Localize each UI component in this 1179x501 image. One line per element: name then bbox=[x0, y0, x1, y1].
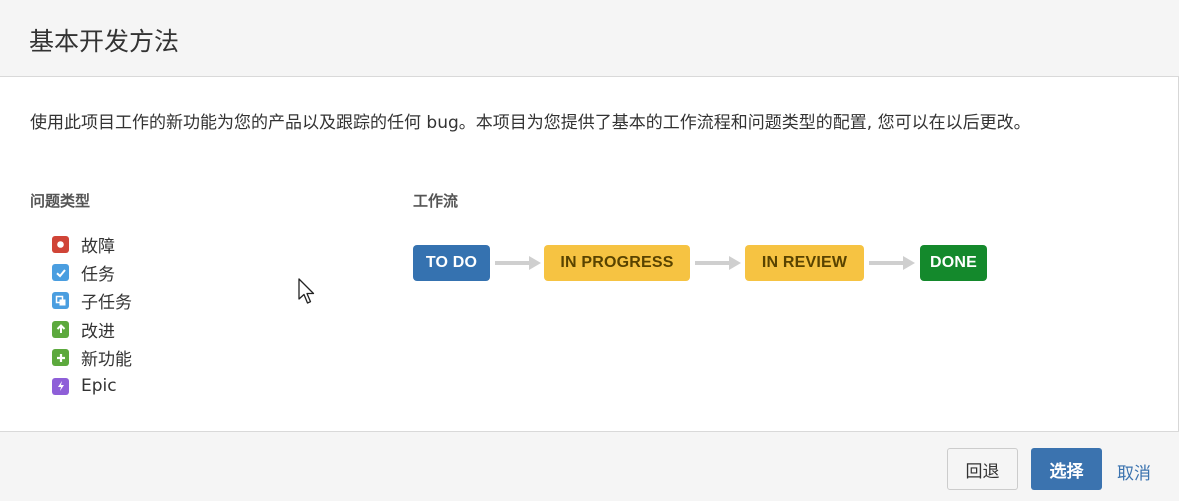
transition-arrow-icon bbox=[495, 256, 541, 270]
cancel-link[interactable]: 取消 bbox=[1117, 459, 1151, 484]
improvement-arrow-up-icon bbox=[52, 320, 69, 338]
dialog-title: 基本开发方法 bbox=[29, 27, 180, 56]
select-button[interactable]: 选择 bbox=[1031, 448, 1102, 490]
transition-arrow-icon bbox=[869, 256, 915, 270]
issue-type-label: 新功能 bbox=[81, 350, 132, 371]
issue-type-label: 任务 bbox=[81, 265, 115, 286]
dialog: 基本开发方法 使用此项目工作的新功能为您的产品以及跟踪的任何 bug。本项目为您… bbox=[0, 0, 1179, 501]
issue-types-heading: 问题类型 bbox=[30, 192, 91, 210]
bug-icon bbox=[52, 235, 69, 253]
status-todo: TO DO bbox=[413, 245, 490, 281]
task-check-icon bbox=[52, 264, 69, 282]
epic-lightning-icon bbox=[52, 377, 69, 395]
workflow-heading: 工作流 bbox=[413, 192, 459, 210]
transition-arrow-icon bbox=[695, 256, 741, 270]
back-button[interactable]: 回退 bbox=[947, 448, 1018, 490]
issue-type-task: 任务 bbox=[52, 258, 132, 286]
issue-type-bug: 故障 bbox=[52, 230, 132, 258]
issue-type-label: 故障 bbox=[81, 236, 115, 257]
issue-type-label: Epic bbox=[81, 376, 117, 397]
mouse-cursor-icon bbox=[298, 278, 315, 304]
issue-type-epic: Epic bbox=[52, 372, 132, 400]
issue-type-label: 改进 bbox=[81, 321, 115, 342]
status-done: DONE bbox=[920, 245, 987, 281]
issue-type-improvement: 改进 bbox=[52, 315, 132, 343]
issue-type-new-feature: 新功能 bbox=[52, 344, 132, 372]
status-in-review: IN REVIEW bbox=[745, 245, 864, 281]
new-feature-plus-icon bbox=[52, 349, 69, 367]
issue-type-subtask: 子任务 bbox=[52, 287, 132, 315]
dialog-header: 基本开发方法 bbox=[0, 0, 1179, 77]
status-in-progress: IN PROGRESS bbox=[544, 245, 690, 281]
issue-type-list: 故障 任务 子任务 改进 新功能 Epic bbox=[52, 230, 132, 400]
subtask-icon bbox=[52, 292, 69, 310]
dialog-description: 使用此项目工作的新功能为您的产品以及跟踪的任何 bug。本项目为您提供了基本的工… bbox=[30, 113, 1031, 133]
issue-type-label: 子任务 bbox=[81, 293, 132, 314]
dialog-footer: 回退 选择 取消 bbox=[0, 431, 1179, 501]
